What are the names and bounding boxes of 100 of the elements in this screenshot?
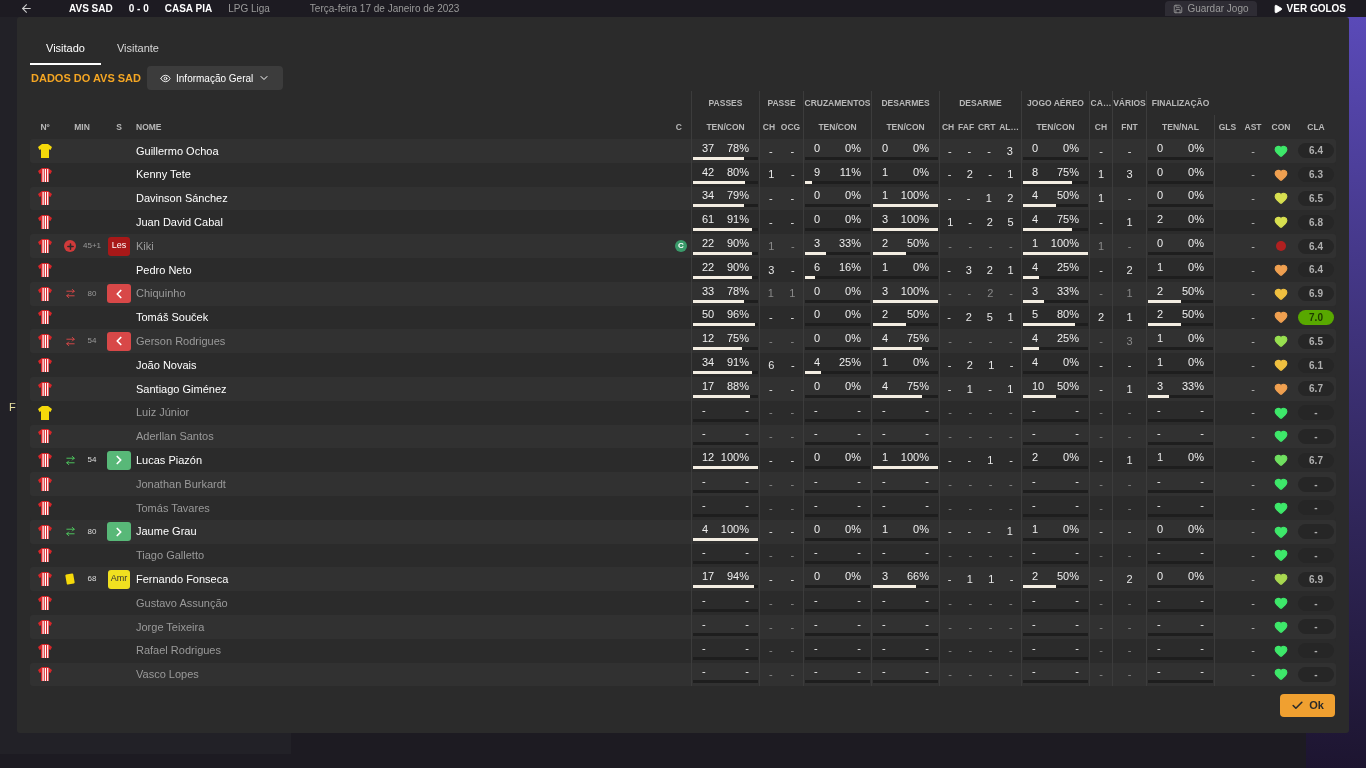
stat-value: - (968, 429, 973, 445)
stat-value: 75% (1056, 213, 1079, 227)
stat-value: - (968, 667, 973, 683)
player-row[interactable]: Jonathan Burkardt - - - - - - - - - - - - - - - - - - - - (30, 472, 1336, 496)
stat-value: - (1127, 191, 1132, 207)
stat-value: - (966, 191, 971, 207)
stat-value: 91% (726, 213, 749, 227)
stat-value: - (968, 595, 973, 611)
stat-value: - (745, 665, 749, 679)
player-name[interactable]: Vasco Lopes (136, 666, 199, 683)
player-name[interactable]: Guillermo Ochoa (136, 142, 219, 160)
player-row[interactable]: Jorge Teixeira - - - - - - - - - - - - - - - - - - - - (30, 614, 1336, 639)
assists-value: - (1251, 167, 1255, 183)
player-name[interactable]: Aderllan Santos (136, 428, 214, 445)
stat-value: 50% (906, 308, 929, 322)
stat-value: 22 (702, 237, 715, 251)
assists-value: - (1251, 238, 1255, 254)
back-arrow-icon[interactable] (20, 2, 33, 15)
tab[interactable]: Visitado (30, 33, 101, 65)
stat-value: - (1009, 238, 1013, 254)
tab[interactable]: Visitante (100, 33, 175, 65)
substitution-arrows-icon (64, 454, 76, 466)
stat-value: - (857, 594, 861, 608)
player-row[interactable]: Davinson Sánchez 34 79% - - 0 0% 1 100% - - 1 2 4 50% 1 - 0 0% - 6.5 (30, 186, 1336, 211)
stat-value: - (968, 238, 973, 254)
stat-value: - (1009, 667, 1013, 683)
stat-value: 33% (1056, 284, 1079, 298)
column-header: MIN (74, 120, 90, 134)
view-goals-button[interactable]: VER GOLOS (1272, 1, 1346, 16)
rating-pill: - (1298, 619, 1334, 635)
booking-badge: Amr (107, 569, 131, 589)
player-name[interactable]: Tiago Galletto (136, 547, 205, 564)
player-name[interactable]: Lucas Piazón (136, 452, 203, 469)
player-name[interactable]: João Novais (136, 356, 197, 374)
stat-value: - (1009, 334, 1013, 349)
stat-value: 0 (1032, 141, 1039, 155)
player-name[interactable]: Kiki (136, 237, 154, 255)
player-name[interactable]: Pedro Neto (136, 261, 192, 279)
stat-value: 50% (906, 237, 929, 251)
stat-value: - (948, 429, 952, 445)
stat-value: - (814, 546, 818, 560)
assists-value: - (1251, 381, 1255, 397)
save-icon (1173, 3, 1184, 14)
goalkeeper-shirt-icon (37, 142, 53, 159)
stat-value: 2 (1126, 262, 1133, 278)
player-name[interactable]: Gerson Rodrigues (136, 333, 226, 350)
stat-value: 0 (1157, 522, 1164, 536)
stat-value: 2 (882, 308, 889, 322)
stat-value: - (814, 665, 818, 679)
save-game-button[interactable]: Guardar Jogo (1165, 1, 1257, 16)
stat-value: - (1157, 498, 1161, 512)
column-group-header: CRUZAMENTOS (804, 96, 871, 110)
stat-value: - (947, 357, 952, 373)
player-row[interactable]: Guillermo Ochoa 37 78% - - 0 0% 0 0% - - - 3 0 0% - - 0 0% - 6.4 (30, 139, 1336, 163)
stat-value: 1 (1097, 191, 1105, 207)
stat-value: - (790, 215, 795, 231)
stat-value: 0 (814, 570, 821, 584)
player-name[interactable]: Jorge Teixeira (136, 618, 205, 636)
player-name[interactable]: Luiz Júnior (136, 404, 190, 421)
player-row[interactable]: 80 Jaume Grau 4 100% - - 0 0% 1 0% - - - 1 1 0% - - 0 0% - - (30, 519, 1336, 544)
player-name[interactable]: Jaume Grau (136, 523, 197, 540)
striped-shirt-icon (37, 333, 53, 350)
stat-value: - (1009, 548, 1013, 564)
player-name[interactable]: Jonathan Burkardt (136, 475, 226, 493)
stat-value: - (988, 405, 993, 421)
player-row[interactable]: 54 Gerson Rodrigues 12 75% - - 0 0% 4 75% - - - - 4 25% - 3 1 0% - 6.5 (30, 329, 1336, 354)
stat-value: 0% (1063, 356, 1079, 370)
stat-value: 1 (1126, 381, 1133, 397)
rating-pill: 6.7 (1298, 381, 1334, 397)
ok-button[interactable]: Ok (1280, 694, 1335, 717)
player-row[interactable]: 45+1 Les Kiki C 22 90% 1 - 3 33% 2 50% - - - - 1 100% 1 - 0 0% - 6.4 (30, 234, 1336, 258)
player-name[interactable]: Tomás Tavares (136, 499, 210, 517)
rating-pill: 6.3 (1298, 167, 1334, 183)
player-name[interactable]: Gustavo Assunção (136, 594, 228, 612)
player-row[interactable]: Vasco Lopes - - - - - - - - - - - - - - - - - - - - (30, 662, 1336, 687)
view-dropdown[interactable]: Informação Geral (147, 66, 284, 90)
player-row[interactable]: 80 Chiquinho 33 78% 1 1 0 0% 3 100% - - 2 - 3 33% - 1 2 50% - 6.9 (30, 281, 1336, 306)
stat-value: - (948, 500, 952, 516)
player-name[interactable]: Rafael Rodrigues (136, 642, 221, 659)
player-row[interactable]: 68 Amr Fernando Fonseca 17 94% - - 0 0% 3 66% - 1 1 - 2 50% - 2 0 0% - 6.9 (30, 567, 1336, 592)
stat-value: - (768, 619, 773, 635)
player-name[interactable]: Juan David Cabal (136, 214, 223, 231)
stat-value: 0 (1157, 165, 1164, 179)
stat-value: - (745, 617, 749, 631)
player-name[interactable]: Tomáš Souček (136, 309, 209, 326)
player-name[interactable]: Fernando Fonseca (136, 571, 229, 588)
player-name[interactable]: Santiago Giménez (136, 380, 227, 398)
stat-value: - (790, 643, 795, 659)
stat-value: - (968, 476, 973, 492)
stat-value: - (1127, 405, 1132, 421)
player-name[interactable]: Kenny Tete (136, 166, 191, 183)
stat-value: - (1075, 498, 1079, 512)
stat-value: - (1009, 357, 1014, 373)
player-name[interactable]: Davinson Sánchez (136, 190, 228, 207)
player-name[interactable]: Chiquinho (136, 285, 186, 302)
substituted-on-badge (107, 450, 131, 470)
stat-value: 2 (986, 215, 993, 231)
player-row[interactable]: Santiago Giménez 17 88% - - 0 0% 4 75% - 1 - 1 10 50% - 1 3 33% - 6.7 (30, 376, 1336, 401)
player-row[interactable]: Aderllan Santos - - - - - - - - - - - - - - - - - - - - (30, 424, 1336, 449)
stat-value: - (967, 143, 972, 159)
